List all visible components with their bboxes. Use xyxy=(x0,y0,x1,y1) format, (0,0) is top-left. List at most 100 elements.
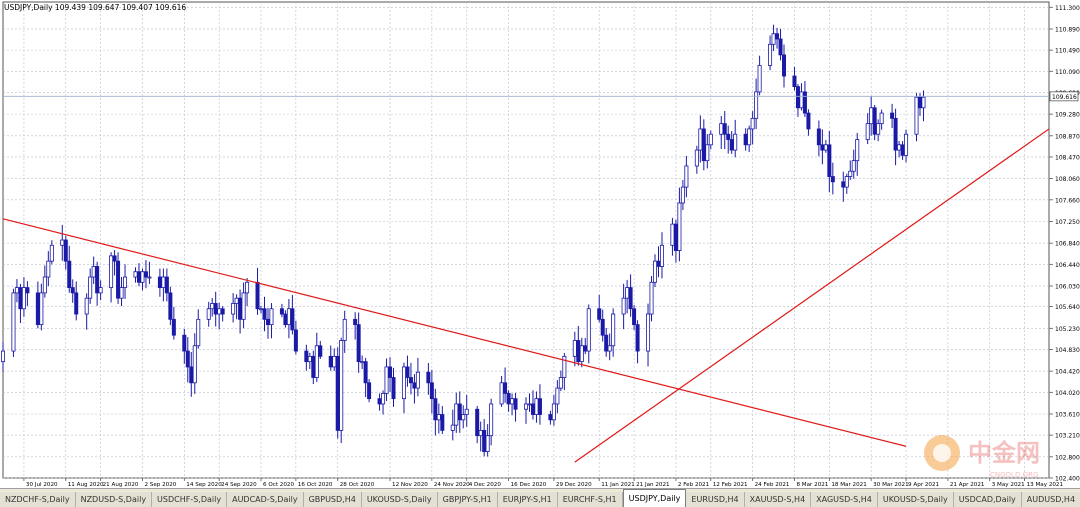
candle-body xyxy=(283,313,288,326)
candle-body xyxy=(757,65,762,93)
candle-body xyxy=(74,292,79,315)
watermark-text: 中金网 xyxy=(968,439,1040,467)
candle-body xyxy=(865,123,870,140)
chart-tab[interactable]: XAUUSD-S,H4 xyxy=(744,492,812,507)
chart-tab[interactable]: USDJPY,Daily xyxy=(622,489,687,507)
candle-body xyxy=(136,271,141,283)
candle-body xyxy=(217,308,222,315)
chart-title: USDJPY,Daily 109.439 109.647 109.407 109… xyxy=(4,3,186,12)
candle-body xyxy=(670,223,675,246)
candle-body xyxy=(698,128,703,151)
candle-body xyxy=(143,271,148,278)
candle-body xyxy=(311,355,316,378)
candle-body xyxy=(478,429,483,437)
chart-tab[interactable]: EURCHF-S,H1 xyxy=(557,492,623,507)
candle-body xyxy=(220,308,225,315)
candle-body xyxy=(290,308,295,331)
candle-body xyxy=(440,414,445,431)
candle-body xyxy=(680,186,685,204)
chart-tab[interactable]: GBPJPY-S,H1 xyxy=(437,492,498,507)
price-tick-label: 109.280 xyxy=(1055,112,1080,119)
candle-body xyxy=(600,318,605,336)
candle-body xyxy=(0,350,6,363)
chart-tab[interactable]: XAGUSD-S,H4 xyxy=(811,492,878,507)
candle-body xyxy=(673,223,678,251)
candle-body xyxy=(513,398,518,410)
candle-body xyxy=(293,329,298,352)
price-chart[interactable]: 111.300110.890110.490110.090109.690109.2… xyxy=(0,0,1080,488)
candle-body xyxy=(527,403,532,406)
chart-tab[interactable]: EURUSD,H4 xyxy=(686,492,745,507)
candle-body xyxy=(604,334,609,352)
chart-tab[interactable]: NZDCHF-S,Daily xyxy=(0,492,76,507)
candle-body xyxy=(46,260,51,278)
price-tick-label: 108.060 xyxy=(1055,176,1080,183)
candle-body xyxy=(405,366,410,378)
candle-body xyxy=(897,144,902,151)
candle-body xyxy=(851,160,856,172)
candle-body xyxy=(168,292,173,320)
candle-body xyxy=(844,176,849,188)
price-tick-label: 110.890 xyxy=(1055,26,1080,33)
candle-body xyxy=(339,340,344,431)
candle-body xyxy=(733,133,738,151)
price-tick-label: 106.030 xyxy=(1055,284,1080,291)
candle-body xyxy=(314,345,319,378)
candle-body xyxy=(35,292,40,326)
candle-body xyxy=(806,112,811,130)
candle-body xyxy=(464,408,469,415)
price-tick-label: 105.230 xyxy=(1055,326,1080,333)
candle-body xyxy=(95,266,100,294)
chart-tab[interactable]: UKOUSD-S,Daily xyxy=(361,492,438,507)
candle-body xyxy=(848,170,853,177)
candle-body xyxy=(91,266,96,278)
chart-tab[interactable]: GBPUSD,H4 xyxy=(303,492,362,507)
chart-tab[interactable]: UKOUSD-S,Daily xyxy=(877,492,954,507)
candle-body xyxy=(123,276,128,288)
candle-body xyxy=(391,377,396,400)
candle-body xyxy=(750,117,755,130)
candle-body xyxy=(893,117,898,151)
candle-body xyxy=(914,96,919,135)
candle-body xyxy=(597,308,602,320)
candle-body xyxy=(196,318,201,347)
candle-body xyxy=(185,350,190,368)
candle-body xyxy=(820,144,825,151)
candle-body xyxy=(778,38,783,56)
candle-body xyxy=(904,133,909,156)
chart-tab[interactable]: NZDUSD-S,Daily xyxy=(75,492,153,507)
candle-body xyxy=(213,303,218,315)
candle-body xyxy=(551,403,556,421)
chart-tab[interactable]: USDCHF-S,Daily xyxy=(152,492,228,507)
candle-body xyxy=(775,33,780,40)
candle-body xyxy=(475,408,480,437)
candle-body xyxy=(307,355,312,363)
candle-body xyxy=(318,345,323,357)
chart-area[interactable]: 111.300110.890110.490110.090109.690109.2… xyxy=(0,0,1080,488)
candle-body xyxy=(415,371,420,389)
price-tick-label: 108.470 xyxy=(1055,154,1080,161)
chart-tab[interactable]: USDCAD,Daily xyxy=(953,492,1022,507)
candle-body xyxy=(656,260,661,267)
chart-tab[interactable]: AUDCAD-S,Daily xyxy=(227,492,304,507)
candle-body xyxy=(482,429,487,452)
candle-body xyxy=(412,382,417,389)
candle-body xyxy=(39,292,44,326)
candle-body xyxy=(171,318,176,336)
candle-body xyxy=(450,424,455,431)
chart-tab[interactable]: EURJPY-S,H1 xyxy=(497,492,558,507)
candle-body xyxy=(401,366,406,400)
candle-body xyxy=(705,144,710,162)
chart-tab[interactable]: AUDUSD,H4 xyxy=(1021,492,1080,507)
watermark-subtext: CNGOLD.ORG xyxy=(990,471,1038,479)
candle-body xyxy=(558,377,563,389)
candle-body xyxy=(646,313,651,352)
candle-body xyxy=(18,287,23,310)
candle-body xyxy=(286,308,291,326)
watermark-logo: 中金网 CNGOLD.ORG xyxy=(924,435,1040,479)
candle-body xyxy=(231,303,236,315)
candle-body xyxy=(109,255,114,289)
candle-body xyxy=(548,414,553,421)
candle-body xyxy=(576,340,581,363)
candle-body xyxy=(649,281,654,315)
